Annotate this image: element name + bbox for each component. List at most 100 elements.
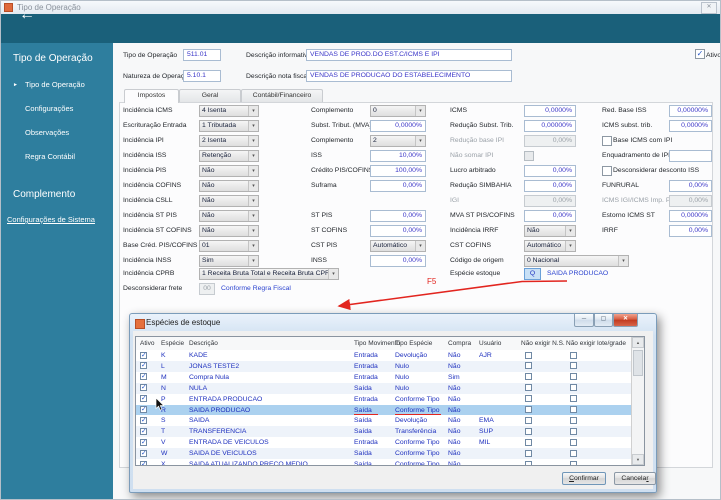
base-cred-pis-cofins-select[interactable]: 01 ▾ bbox=[199, 240, 259, 252]
ativo-checkbox[interactable]: ✓ bbox=[140, 449, 147, 457]
incidencia-csll-select[interactable]: Não ▾ bbox=[199, 195, 259, 207]
column-header[interactable]: Não exigir N.S. bbox=[521, 340, 565, 347]
ativo-checkbox[interactable]: ✓ bbox=[140, 406, 147, 413]
inss-field[interactable]: 0,00% bbox=[370, 255, 426, 267]
icms-field[interactable]: 0,0000% bbox=[524, 105, 576, 117]
nao-exigir-ns-checkbox[interactable] bbox=[525, 351, 532, 359]
nao-exigir-lote-checkbox[interactable] bbox=[570, 406, 577, 413]
table-row[interactable]: ✓ P ENTRADA PRODUCAO Entrada Conforme Tipo Nã… bbox=[136, 393, 633, 405]
st-pis-field[interactable]: 0,00% bbox=[370, 210, 426, 222]
mva-st-pis-cofins-field[interactable]: 0,00% bbox=[524, 210, 576, 222]
ativo-checkbox[interactable]: ✓ bbox=[140, 351, 147, 359]
nao-exigir-ns-checkbox[interactable] bbox=[525, 427, 532, 435]
nao-exigir-lote-checkbox[interactable] bbox=[570, 395, 577, 403]
incidencia-irrf-select[interactable]: Não ▾ bbox=[524, 225, 576, 237]
column-header[interactable]: Tipo Espécie bbox=[395, 340, 432, 347]
column-header[interactable]: Ativo bbox=[140, 340, 154, 347]
st-cofins-field[interactable]: 0,00% bbox=[370, 225, 426, 237]
incidencia-inss-select[interactable]: Sim ▾ bbox=[199, 255, 259, 267]
incidencia-st-pis-select[interactable]: Não ▾ bbox=[199, 210, 259, 222]
nao-exigir-ns-checkbox[interactable] bbox=[525, 416, 532, 424]
window-close-button[interactable]: ✕ bbox=[701, 2, 717, 14]
base-icms-com-ipi-checkbox[interactable] bbox=[602, 136, 612, 146]
natureza-operacao-input[interactable]: 5.10.1 bbox=[183, 70, 221, 82]
ativo-checkbox[interactable]: ✓ bbox=[140, 362, 147, 370]
nao-exigir-ns-checkbox[interactable] bbox=[525, 362, 532, 370]
nao-exigir-lote-checkbox[interactable] bbox=[570, 384, 577, 392]
nao-exigir-ns-checkbox[interactable] bbox=[525, 449, 532, 457]
desconsiderar-desconto-iss-checkbox[interactable] bbox=[602, 166, 612, 176]
ativo-checkbox[interactable]: ✓ bbox=[140, 427, 147, 435]
scrollbar-thumb[interactable] bbox=[633, 350, 643, 376]
complemento-icms-select[interactable]: 0 ▾ bbox=[370, 105, 426, 117]
ativo-checkbox[interactable]: ✓ bbox=[140, 438, 147, 446]
column-header[interactable]: Não exigir lote/grade bbox=[566, 340, 626, 347]
ativo-checkbox[interactable]: ✓ bbox=[695, 49, 705, 59]
nao-exigir-ns-checkbox[interactable] bbox=[525, 438, 532, 446]
table-row[interactable]: ✓ X SAIDA ATUALIZANDO PRECO MEDIO Saída Conf… bbox=[136, 459, 633, 465]
nao-exigir-lote-checkbox[interactable] bbox=[570, 362, 577, 370]
incidencia-iss-select[interactable]: Retenção ▾ bbox=[199, 150, 259, 162]
tipo-operacao-input[interactable]: 511.01 bbox=[183, 49, 221, 61]
descricao-informativa-input[interactable]: VENDAS DE PROD.DO EST.C/ICMS E IPI bbox=[306, 49, 512, 61]
nao-exigir-lote-checkbox[interactable] bbox=[570, 351, 577, 359]
codigo-origem-select[interactable]: 0 Nacional ▾ bbox=[524, 255, 629, 267]
cst-pis-select[interactable]: Automático ▾ bbox=[370, 240, 426, 252]
red-base-iss-field[interactable]: 0,00000% bbox=[669, 105, 712, 117]
sidebar-item-configuracoes[interactable]: Configurações bbox=[25, 104, 73, 113]
window-titlebar[interactable]: Tipo de Operação bbox=[1, 1, 720, 15]
nao-exigir-ns-checkbox[interactable] bbox=[525, 460, 532, 465]
incidencia-icms-select[interactable]: 4 Isenta ▾ bbox=[199, 105, 259, 117]
iss-field[interactable]: 10,00% bbox=[370, 150, 426, 162]
ativo-checkbox[interactable]: ✓ bbox=[140, 395, 147, 403]
sidebar-link-configuracoes-sistema[interactable]: Configurações de Sistema bbox=[7, 215, 95, 224]
incidencia-cprb-select[interactable]: 1 Receita Bruta Total e Receita Bruta CP… bbox=[199, 268, 339, 280]
minimize-button[interactable]: ─ bbox=[574, 314, 594, 327]
incidencia-st-cofins-select[interactable]: Não ▾ bbox=[199, 225, 259, 237]
column-header[interactable]: Descrição bbox=[189, 340, 218, 347]
suframa-field[interactable]: 0,00% bbox=[370, 180, 426, 192]
nao-exigir-ns-checkbox[interactable] bbox=[525, 406, 532, 413]
reducao-subst-trib-field[interactable]: 0,00000% bbox=[524, 120, 576, 132]
nao-exigir-lote-checkbox[interactable] bbox=[570, 438, 577, 446]
column-header[interactable]: Tipo Movimento bbox=[354, 340, 400, 347]
tab-impostos[interactable]: Impostos bbox=[124, 89, 179, 103]
scroll-up-icon[interactable]: ▲ bbox=[632, 337, 644, 348]
scroll-down-icon[interactable]: ▼ bbox=[632, 454, 644, 465]
nao-exigir-lote-checkbox[interactable] bbox=[570, 416, 577, 424]
ativo-checkbox[interactable]: ✓ bbox=[140, 416, 147, 424]
incidencia-cofins-select[interactable]: Não ▾ bbox=[199, 180, 259, 192]
sidebar-item-tipo-de-operacao[interactable]: Tipo de Operação bbox=[25, 80, 85, 89]
cancelar-button[interactable]: Cancelar bbox=[614, 472, 656, 485]
table-row[interactable]: ✓ R SAIDA PRODUCAO Saída Conforme Tipo Não bbox=[136, 404, 633, 416]
maximize-button[interactable]: ▢ bbox=[594, 314, 613, 327]
vertical-scrollbar[interactable]: ▲ ▼ bbox=[631, 337, 644, 465]
lucro-arbitrado-field[interactable]: 0,00% bbox=[524, 165, 576, 177]
nao-exigir-ns-checkbox[interactable] bbox=[525, 373, 532, 381]
incidencia-pis-select[interactable]: Não ▾ bbox=[199, 165, 259, 177]
conforme-regra-fiscal-link[interactable]: Conforme Regra Fiscal bbox=[221, 285, 291, 292]
nao-exigir-lote-checkbox[interactable] bbox=[570, 460, 577, 465]
table-row[interactable]: ✓ M Compra Nula Entrada Nulo Sim bbox=[136, 371, 633, 383]
nao-exigir-lote-checkbox[interactable] bbox=[570, 449, 577, 457]
reducao-simbahia-field[interactable]: 0,00% bbox=[524, 180, 576, 192]
complemento-ipi-select[interactable]: 2 ▾ bbox=[370, 135, 426, 147]
table-row[interactable]: ✓ V ENTRADA DE VEICULOS Entrada Conforme Tip… bbox=[136, 437, 633, 449]
column-header[interactable]: Espécie bbox=[161, 340, 184, 347]
funrural-field[interactable]: 0,00% bbox=[669, 180, 712, 192]
table-row[interactable]: ✓ T TRANSFERENCIA Saída Transferência Não SUP bbox=[136, 426, 633, 438]
column-header[interactable]: Usuário bbox=[479, 340, 501, 347]
sidebar-item-regra-contabil[interactable]: Regra Contábil bbox=[25, 152, 75, 161]
escrituracao-entrada-select[interactable]: 1 Tributada ▾ bbox=[199, 120, 259, 132]
cst-cofins-select[interactable]: Automático ▾ bbox=[524, 240, 576, 252]
descricao-nota-fiscal-input[interactable]: VENDAS DE PRODUCAO DO ESTABELECIMENTO bbox=[306, 70, 512, 82]
table-row[interactable]: ✓ L JONAS TESTE2 Entrada Nulo Não bbox=[136, 360, 633, 372]
close-button[interactable]: ✕ bbox=[613, 314, 638, 327]
nao-exigir-lote-checkbox[interactable] bbox=[570, 427, 577, 435]
especie-estoque-input[interactable]: Q bbox=[524, 268, 541, 280]
table-row[interactable]: ✓ N NULA Saída Nulo Não bbox=[136, 382, 633, 394]
ativo-checkbox[interactable]: ✓ bbox=[140, 460, 147, 465]
table-row[interactable]: ✓ K KADE Entrada Devolução Não AJR bbox=[136, 350, 633, 361]
ativo-checkbox[interactable]: ✓ bbox=[140, 373, 147, 381]
ativo-checkbox[interactable]: ✓ bbox=[140, 384, 147, 392]
